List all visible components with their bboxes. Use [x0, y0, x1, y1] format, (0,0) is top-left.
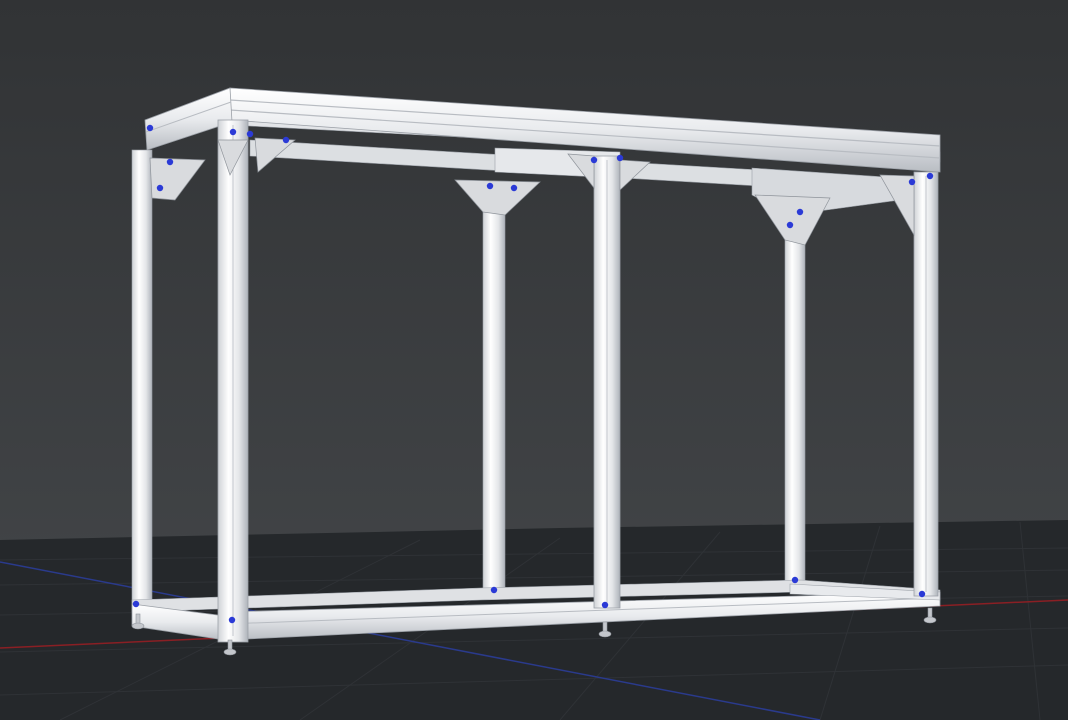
connector-marker-icon	[510, 184, 518, 192]
connector-marker-icon	[486, 182, 494, 190]
connector-marker-icon	[282, 136, 290, 144]
connector-marker-icon	[166, 158, 174, 166]
connector-marker-icon	[791, 576, 799, 584]
connector-marker-icon	[490, 586, 498, 594]
rear-left-post[interactable]	[131, 149, 153, 609]
connector-marker-icon	[229, 128, 237, 136]
connector-marker-icon	[908, 178, 916, 186]
leveling-foot-icon	[598, 630, 612, 638]
connector-marker-icon	[228, 616, 236, 624]
3d-viewport[interactable]	[0, 0, 1068, 720]
rear-mid-post[interactable]	[482, 189, 506, 593]
connector-marker-icon	[146, 124, 154, 132]
connector-marker-icon	[246, 130, 254, 138]
connector-marker-icon	[786, 221, 794, 229]
connector-marker-icon	[616, 154, 624, 162]
viewport-canvas[interactable]	[0, 0, 1068, 720]
leveling-foot-icon	[223, 648, 237, 656]
leveling-foot-icon	[131, 622, 145, 630]
connector-marker-icon	[156, 184, 164, 192]
leveling-foot-icon	[923, 616, 937, 624]
rear-right-post[interactable]	[784, 229, 806, 585]
connector-marker-icon	[601, 601, 609, 609]
connector-marker-icon	[132, 600, 140, 608]
connector-marker-icon	[918, 590, 926, 598]
connector-marker-icon	[590, 156, 598, 164]
connector-marker-icon	[796, 208, 804, 216]
connector-marker-icon	[926, 172, 934, 180]
